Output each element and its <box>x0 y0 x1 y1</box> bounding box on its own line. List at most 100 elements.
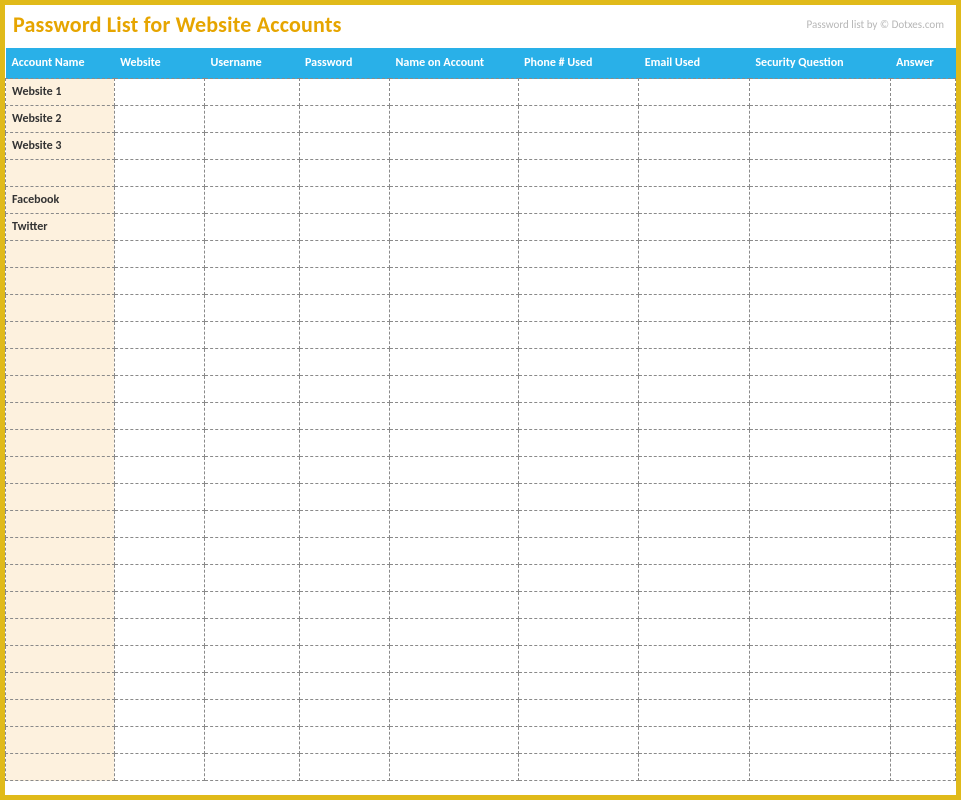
cell-password <box>299 79 389 106</box>
col-header-name-on-account: Name on Account <box>389 48 518 79</box>
cell-security-question <box>749 592 890 619</box>
cell-username <box>205 241 299 268</box>
cell-answer <box>890 565 955 592</box>
table-row <box>6 376 956 403</box>
cell-answer <box>890 646 955 673</box>
cell-password <box>299 349 389 376</box>
col-header-password: Password <box>299 48 389 79</box>
cell-name-on-account <box>389 592 518 619</box>
cell-username <box>205 187 299 214</box>
cell-website <box>114 295 204 322</box>
cell-email-used <box>639 538 750 565</box>
cell-email-used <box>639 295 750 322</box>
cell-phone-used <box>518 430 639 457</box>
cell-name-on-account <box>389 268 518 295</box>
cell-answer <box>890 457 955 484</box>
cell-email-used <box>639 511 750 538</box>
cell-account-name <box>6 457 115 484</box>
cell-website <box>114 646 204 673</box>
table-row <box>6 538 956 565</box>
cell-answer <box>890 187 955 214</box>
cell-name-on-account <box>389 376 518 403</box>
cell-name-on-account <box>389 106 518 133</box>
cell-username <box>205 349 299 376</box>
cell-phone-used <box>518 322 639 349</box>
cell-username <box>205 268 299 295</box>
cell-password <box>299 646 389 673</box>
table-row <box>6 700 956 727</box>
cell-website <box>114 484 204 511</box>
cell-account-name <box>6 160 115 187</box>
cell-security-question <box>749 295 890 322</box>
cell-website <box>114 700 204 727</box>
cell-phone-used <box>518 565 639 592</box>
cell-phone-used <box>518 349 639 376</box>
cell-website <box>114 133 204 160</box>
cell-username <box>205 295 299 322</box>
cell-website <box>114 214 204 241</box>
cell-answer <box>890 538 955 565</box>
table-row <box>6 511 956 538</box>
table-row: Twitter <box>6 214 956 241</box>
cell-phone-used <box>518 673 639 700</box>
cell-website <box>114 106 204 133</box>
cell-username <box>205 484 299 511</box>
cell-name-on-account <box>389 295 518 322</box>
cell-website <box>114 187 204 214</box>
cell-account-name <box>6 619 115 646</box>
cell-account-name <box>6 403 115 430</box>
cell-security-question <box>749 349 890 376</box>
cell-name-on-account <box>389 484 518 511</box>
cell-name-on-account <box>389 646 518 673</box>
table-row <box>6 484 956 511</box>
cell-security-question <box>749 565 890 592</box>
cell-email-used <box>639 619 750 646</box>
cell-account-name <box>6 727 115 754</box>
cell-phone-used <box>518 700 639 727</box>
cell-name-on-account <box>389 538 518 565</box>
cell-email-used <box>639 160 750 187</box>
cell-email-used <box>639 646 750 673</box>
cell-account-name <box>6 592 115 619</box>
cell-answer <box>890 700 955 727</box>
cell-password <box>299 565 389 592</box>
cell-username <box>205 511 299 538</box>
cell-phone-used <box>518 79 639 106</box>
cell-security-question <box>749 700 890 727</box>
cell-email-used <box>639 349 750 376</box>
cell-password <box>299 106 389 133</box>
cell-answer <box>890 214 955 241</box>
cell-username <box>205 565 299 592</box>
cell-account-name <box>6 700 115 727</box>
cell-email-used <box>639 214 750 241</box>
cell-email-used <box>639 79 750 106</box>
cell-website <box>114 754 204 781</box>
cell-phone-used <box>518 754 639 781</box>
cell-account-name: Facebook <box>6 187 115 214</box>
cell-website <box>114 268 204 295</box>
cell-security-question <box>749 160 890 187</box>
table-row <box>6 592 956 619</box>
cell-answer <box>890 106 955 133</box>
table-row <box>6 430 956 457</box>
cell-website <box>114 511 204 538</box>
cell-email-used <box>639 700 750 727</box>
cell-phone-used <box>518 646 639 673</box>
table-row <box>6 457 956 484</box>
cell-password <box>299 430 389 457</box>
cell-security-question <box>749 484 890 511</box>
table-row <box>6 565 956 592</box>
cell-phone-used <box>518 241 639 268</box>
cell-phone-used <box>518 187 639 214</box>
cell-account-name: Website 3 <box>6 133 115 160</box>
cell-answer <box>890 349 955 376</box>
cell-security-question <box>749 430 890 457</box>
cell-password <box>299 241 389 268</box>
cell-account-name <box>6 241 115 268</box>
cell-website <box>114 322 204 349</box>
table-row: Facebook <box>6 187 956 214</box>
cell-account-name <box>6 430 115 457</box>
cell-answer <box>890 268 955 295</box>
cell-password <box>299 214 389 241</box>
cell-website <box>114 727 204 754</box>
